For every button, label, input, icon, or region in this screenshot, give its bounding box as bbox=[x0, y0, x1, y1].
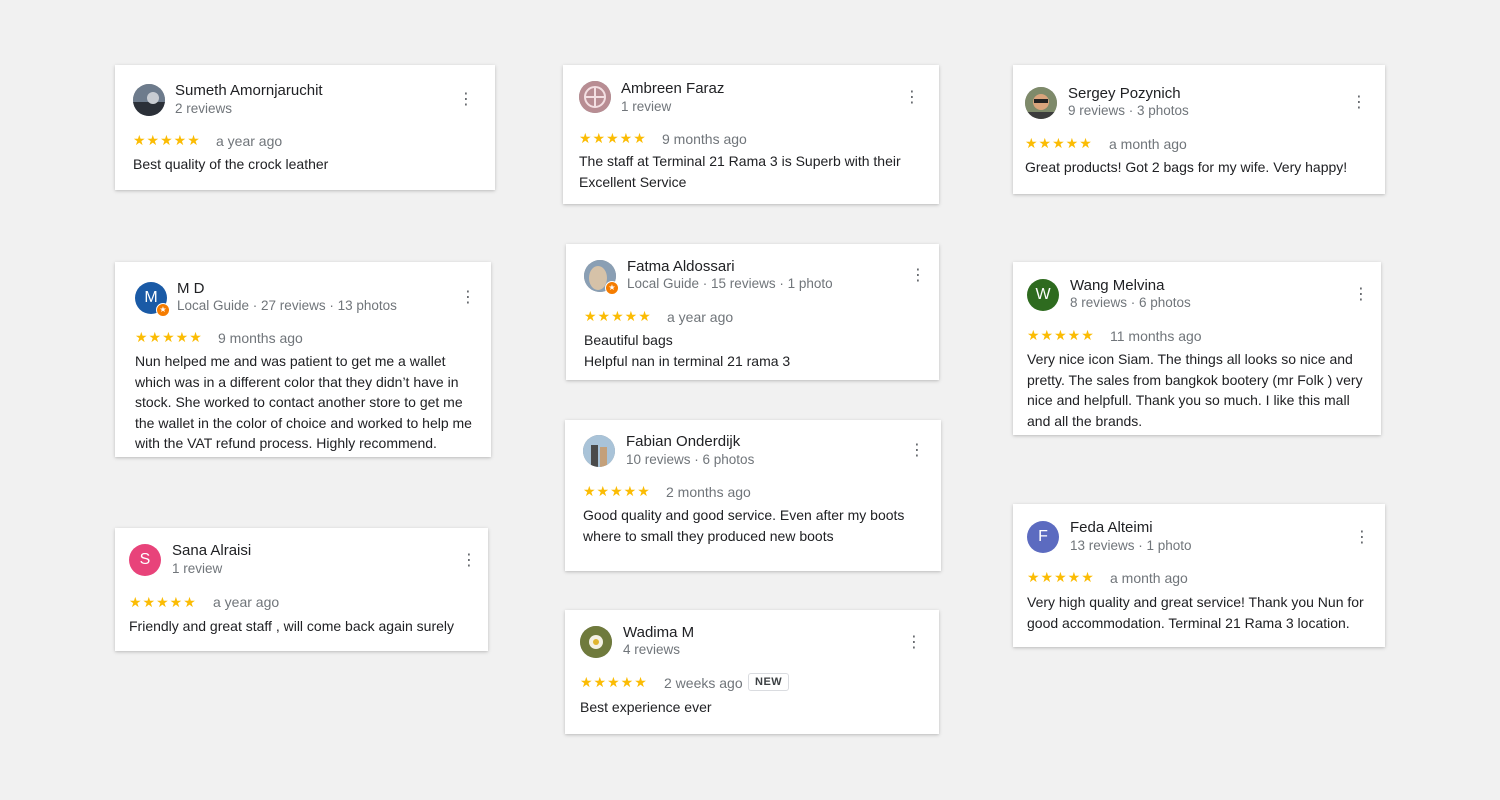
review-time: a year ago bbox=[667, 309, 734, 325]
new-badge: NEW bbox=[748, 673, 790, 691]
star-rating: ★★★★★ bbox=[1027, 327, 1095, 343]
star-rating: ★★★★★ bbox=[580, 674, 648, 690]
user-avatar[interactable] bbox=[583, 435, 615, 467]
review-card: W Wang Melvina 8 reviews · 6 photos ⋮ ★★… bbox=[1013, 262, 1381, 435]
star-rating: ★★★★★ bbox=[135, 329, 203, 345]
review-card: Sergey Pozynich 9 reviews · 3 photos ⋮ ★… bbox=[1013, 65, 1385, 194]
user-avatar[interactable] bbox=[580, 626, 612, 658]
more-vert-icon[interactable]: ⋮ bbox=[460, 289, 476, 307]
more-vert-icon[interactable]: ⋮ bbox=[1354, 529, 1370, 547]
more-vert-icon[interactable]: ⋮ bbox=[458, 91, 474, 109]
review-card: ★ Fatma Aldossari Local Guide · 15 revie… bbox=[566, 244, 939, 380]
user-avatar[interactable] bbox=[579, 81, 611, 113]
reviewer-name[interactable]: Sergey Pozynich bbox=[1068, 85, 1181, 102]
review-time: 9 months ago bbox=[218, 330, 303, 346]
local-guide-badge-icon: ★ bbox=[605, 281, 619, 295]
reviewer-meta: 10 reviews · 6 photos bbox=[626, 452, 755, 467]
reviewer-name[interactable]: Fabian Onderdijk bbox=[626, 433, 740, 450]
avatar-letter: M bbox=[144, 289, 158, 306]
user-photo-icon bbox=[580, 626, 612, 658]
user-photo-icon bbox=[1025, 87, 1057, 119]
avatar-letter: S bbox=[139, 551, 151, 568]
user-avatar[interactable]: M ★ bbox=[135, 282, 170, 317]
review-time: a month ago bbox=[1109, 136, 1187, 152]
reviewer-meta: Local Guide · 27 reviews · 13 photos bbox=[177, 298, 397, 313]
more-vert-icon[interactable]: ⋮ bbox=[904, 89, 920, 107]
reviewer-meta: 9 reviews · 3 photos bbox=[1068, 103, 1189, 118]
review-time: a month ago bbox=[1110, 570, 1188, 586]
user-photo-icon bbox=[579, 81, 611, 113]
reviewer-meta: 1 review bbox=[621, 99, 672, 114]
user-avatar[interactable]: W bbox=[1027, 279, 1059, 311]
review-time: 2 months ago bbox=[666, 484, 751, 500]
review-text: The staff at Terminal 21 Rama 3 is Super… bbox=[579, 153, 901, 190]
more-vert-icon[interactable]: ⋮ bbox=[906, 634, 922, 652]
review-text: Very nice icon Siam. The things all look… bbox=[1027, 351, 1363, 429]
reviewer-name[interactable]: Feda Alteimi bbox=[1070, 519, 1153, 536]
review-text: Beautiful bags Helpful nan in terminal 2… bbox=[584, 332, 791, 369]
reviewer-meta: 4 reviews bbox=[623, 642, 681, 657]
reviewer-meta: 2 reviews bbox=[175, 101, 233, 116]
reviewer-name[interactable]: M D bbox=[177, 280, 205, 297]
local-guide-badge-icon: ★ bbox=[156, 303, 170, 317]
review-card: Wadima M 4 reviews ⋮ ★★★★★ 2 weeks ago N… bbox=[565, 610, 939, 734]
review-time: 2 weeks ago bbox=[664, 675, 743, 691]
review-card: F Feda Alteimi 13 reviews · 1 photo ⋮ ★★… bbox=[1013, 504, 1385, 647]
review-text: Great products! Got 2 bags for my wife. … bbox=[1025, 159, 1348, 175]
review-time: a year ago bbox=[213, 594, 280, 610]
more-vert-icon[interactable]: ⋮ bbox=[910, 267, 926, 285]
review-time: a year ago bbox=[216, 133, 283, 149]
review-card: M ★ M D Local Guide · 27 reviews · 13 ph… bbox=[115, 262, 491, 457]
reviewer-name[interactable]: Ambreen Faraz bbox=[621, 80, 724, 97]
review-card: S Sana Alraisi 1 review ⋮ ★★★★★ a year a… bbox=[115, 528, 488, 651]
reviewer-meta: 13 reviews · 1 photo bbox=[1070, 538, 1192, 553]
review-text: Very high quality and great service! Tha… bbox=[1027, 594, 1364, 631]
avatar-letter: F bbox=[1038, 528, 1048, 545]
review-card: Ambreen Faraz 1 review ⋮ ★★★★★ 9 months … bbox=[563, 65, 939, 204]
star-rating: ★★★★★ bbox=[1027, 569, 1095, 585]
user-photo-icon bbox=[133, 84, 165, 116]
reviewer-name[interactable]: Sana Alraisi bbox=[172, 542, 251, 559]
more-vert-icon[interactable]: ⋮ bbox=[1353, 286, 1369, 304]
more-vert-icon[interactable]: ⋮ bbox=[909, 442, 925, 460]
review-time: 9 months ago bbox=[662, 131, 747, 147]
review-text: Good quality and good service. Even afte… bbox=[583, 507, 905, 544]
star-rating: ★★★★★ bbox=[133, 132, 201, 148]
user-photo-icon bbox=[583, 435, 615, 467]
reviewer-name[interactable]: Wadima M bbox=[623, 624, 694, 641]
review-text: Best quality of the crock leather bbox=[133, 156, 329, 172]
star-rating: ★★★★★ bbox=[129, 594, 197, 610]
user-avatar[interactable]: F bbox=[1027, 521, 1059, 553]
star-rating: ★★★★★ bbox=[584, 308, 652, 324]
more-vert-icon[interactable]: ⋮ bbox=[461, 552, 477, 570]
review-text: Nun helped me and was patient to get me … bbox=[135, 353, 472, 451]
user-avatar[interactable] bbox=[133, 84, 165, 116]
reviewer-name[interactable]: Sumeth Amornjaruchit bbox=[175, 82, 323, 99]
reviewer-name[interactable]: Fatma Aldossari bbox=[627, 258, 735, 275]
review-time: 11 months ago bbox=[1110, 328, 1202, 344]
star-rating: ★★★★★ bbox=[583, 483, 651, 499]
avatar-letter: W bbox=[1035, 286, 1051, 303]
review-card: Fabian Onderdijk 10 reviews · 6 photos ⋮… bbox=[565, 420, 941, 571]
review-card: Sumeth Amornjaruchit 2 reviews ⋮ ★★★★★ a… bbox=[115, 65, 495, 190]
reviewer-meta: 8 reviews · 6 photos bbox=[1070, 295, 1191, 310]
user-avatar[interactable]: S bbox=[129, 544, 161, 576]
reviewer-meta: Local Guide · 15 reviews · 1 photo bbox=[627, 276, 833, 291]
reviewer-name[interactable]: Wang Melvina bbox=[1070, 277, 1164, 294]
user-avatar[interactable] bbox=[1025, 87, 1057, 119]
star-rating: ★★★★★ bbox=[579, 130, 647, 146]
review-text: Friendly and great staff , will come bac… bbox=[129, 618, 455, 634]
star-rating: ★★★★★ bbox=[1025, 135, 1093, 151]
review-text: Best experience ever bbox=[580, 699, 712, 715]
more-vert-icon[interactable]: ⋮ bbox=[1351, 94, 1367, 112]
reviewer-meta: 1 review bbox=[172, 561, 223, 576]
user-avatar[interactable]: ★ bbox=[584, 260, 619, 295]
